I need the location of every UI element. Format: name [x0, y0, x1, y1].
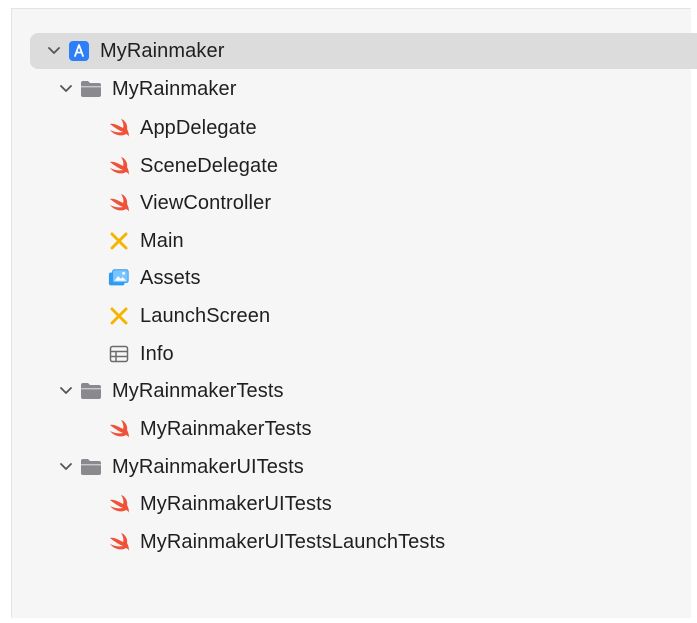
- tree-row-file[interactable]: Assets: [12, 260, 201, 296]
- chevron-down-icon[interactable]: [58, 81, 74, 97]
- chevron-down-icon[interactable]: [58, 459, 74, 475]
- tree-row-label: MyRainmakerTests: [112, 379, 284, 402]
- tree-row-file[interactable]: Main: [12, 223, 184, 259]
- swift-icon: [108, 192, 130, 214]
- asset-catalog-icon: [108, 267, 130, 289]
- tree-row-label: MyRainmakerUITests: [112, 455, 304, 478]
- swift-icon: [108, 418, 130, 440]
- swift-icon: [108, 531, 130, 553]
- storyboard-icon: [108, 230, 130, 252]
- tree-row-file[interactable]: LaunchScreen: [12, 298, 270, 334]
- tree-row-label: MyRainmakerUITests: [140, 492, 332, 515]
- tree-row-file[interactable]: MyRainmakerUITestsLaunchTests: [12, 524, 445, 560]
- tree-row-label: AppDelegate: [140, 116, 257, 139]
- tree-row-label: MyRainmakerUITestsLaunchTests: [140, 530, 446, 553]
- folder-icon: [80, 456, 102, 478]
- swift-icon: [108, 155, 130, 177]
- folder-icon: [80, 78, 102, 100]
- tree-row-file[interactable]: MyRainmakerTests: [12, 411, 312, 447]
- tree-row-label: ViewController: [140, 191, 272, 214]
- tree-row-group-tests[interactable]: MyRainmakerTests: [12, 373, 284, 409]
- tree-row-group-myrainmaker[interactable]: MyRainmaker: [12, 71, 236, 107]
- xcode-project-icon: [68, 40, 90, 62]
- folder-icon: [80, 380, 102, 402]
- tree-row-file[interactable]: AppDelegate: [12, 110, 257, 146]
- plist-icon: [108, 343, 130, 365]
- tree-row-label: LaunchScreen: [140, 304, 271, 327]
- tree-row-project[interactable]: MyRainmaker: [30, 33, 697, 69]
- tree-row-group-uitests[interactable]: MyRainmakerUITests: [12, 449, 304, 485]
- tree-row-file[interactable]: MyRainmakerUITests: [12, 486, 332, 522]
- tree-row-label: Info: [140, 342, 174, 365]
- project-navigator: MyRainmaker MyRainmaker AppDelegate Scen…: [11, 8, 697, 618]
- swift-icon: [108, 117, 130, 139]
- swift-icon: [108, 493, 130, 515]
- tree-row-file[interactable]: ViewController: [12, 185, 271, 221]
- storyboard-icon: [108, 305, 130, 327]
- chevron-down-icon[interactable]: [46, 43, 62, 59]
- tree-row-file[interactable]: SceneDelegate: [12, 148, 278, 184]
- tree-row-label: MyRainmakerTests: [140, 417, 312, 440]
- tree-row-label: Main: [140, 229, 184, 252]
- tree-row-file[interactable]: Info: [12, 336, 174, 372]
- tree-row-label: SceneDelegate: [140, 154, 279, 177]
- tree-row-label: Assets: [140, 266, 201, 289]
- chevron-down-icon[interactable]: [58, 383, 74, 399]
- tree-row-label: MyRainmaker: [100, 39, 225, 62]
- tree-row-label: MyRainmaker: [112, 77, 237, 100]
